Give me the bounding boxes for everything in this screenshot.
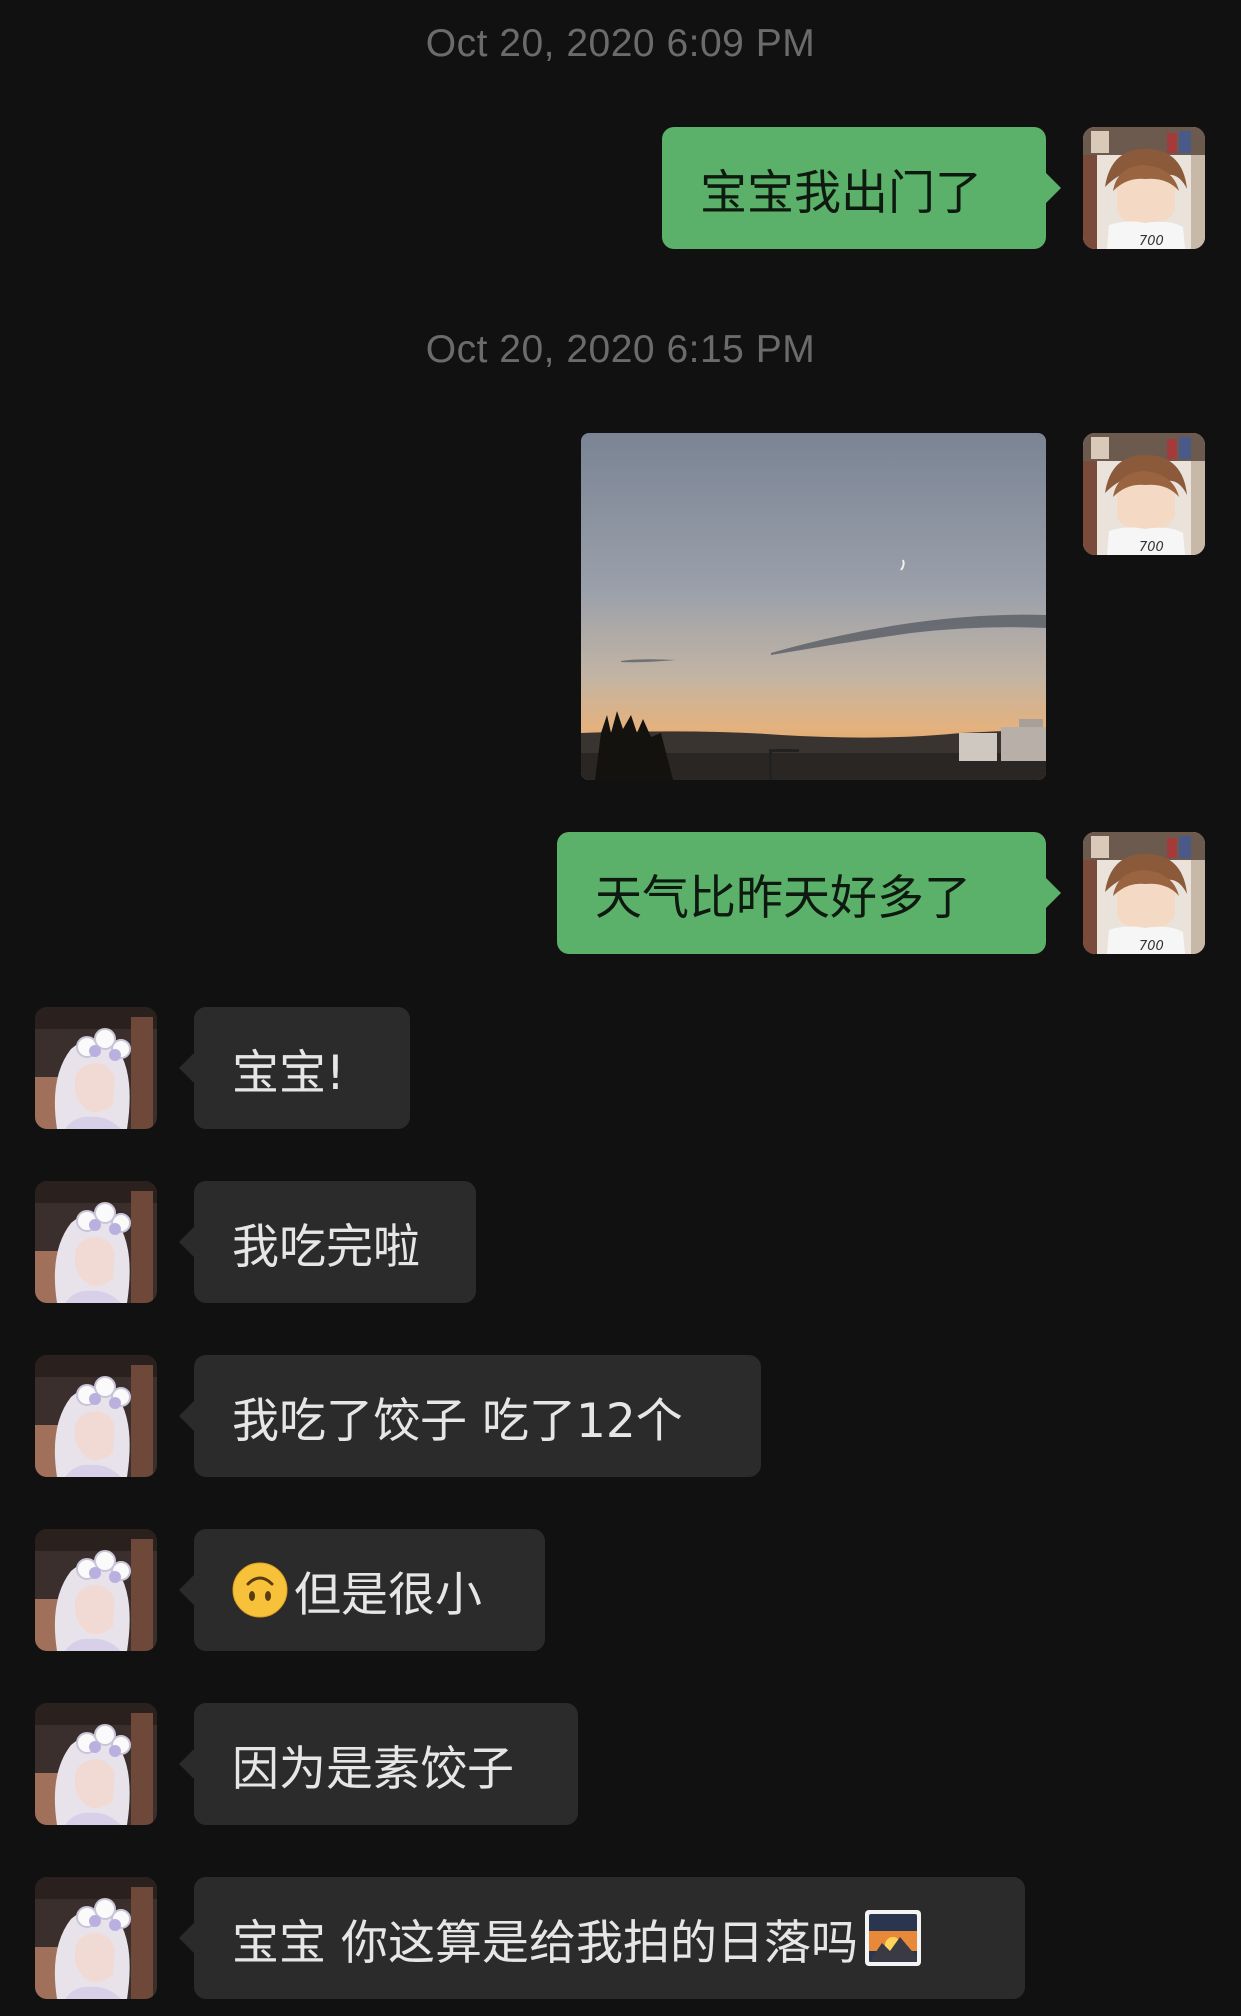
message-text: 宝宝我出门了 — [700, 165, 982, 221]
message-text: 因为是素饺子 — [232, 1741, 514, 1797]
received-avatar[interactable] — [35, 1181, 157, 1303]
anime-girl-avatar-icon — [35, 1529, 157, 1651]
sunset-photo-message[interactable] — [581, 433, 1046, 780]
anime-boy-avatar-icon — [1083, 433, 1205, 555]
sent-message-bubble[interactable]: 天气比昨天好多了 — [557, 832, 1061, 954]
message-text: 宝宝 你这算是给我拍的日落吗 — [232, 1915, 858, 1971]
received-avatar[interactable] — [35, 1355, 157, 1477]
upside-down-face-icon — [232, 1562, 288, 1618]
received-message-bubble[interactable]: 但是很小 — [179, 1529, 545, 1651]
sent-message-bubble[interactable]: 宝宝我出门了 — [662, 127, 1061, 249]
sunset-photo — [581, 433, 1046, 780]
message-text: 但是很小 — [294, 1567, 482, 1623]
received-avatar[interactable] — [35, 1877, 157, 1999]
sent-avatar[interactable] — [1083, 127, 1205, 249]
anime-girl-avatar-icon — [35, 1703, 157, 1825]
message-text: 我吃了饺子 吃了12个 — [232, 1393, 683, 1449]
anime-boy-avatar-icon — [1083, 127, 1205, 249]
anime-girl-avatar-icon — [35, 1181, 157, 1303]
anime-boy-avatar-icon — [1083, 832, 1205, 954]
message-text: 宝宝! — [232, 1045, 345, 1101]
received-avatar[interactable] — [35, 1007, 157, 1129]
received-avatar[interactable] — [35, 1703, 157, 1825]
message-text: 我吃完啦 — [232, 1219, 420, 1275]
received-avatar[interactable] — [35, 1529, 157, 1651]
sent-avatar[interactable] — [1083, 433, 1205, 555]
received-message-bubble[interactable]: 我吃了饺子 吃了12个 — [179, 1355, 761, 1477]
received-message-bubble[interactable]: 我吃完啦 — [179, 1181, 476, 1303]
anime-girl-avatar-icon — [35, 1007, 157, 1129]
message-text: 天气比昨天好多了 — [595, 870, 971, 926]
received-message-bubble[interactable]: 因为是素饺子 — [179, 1703, 578, 1825]
received-message-bubble[interactable]: 宝宝! — [179, 1007, 410, 1129]
sent-avatar[interactable] — [1083, 832, 1205, 954]
timestamp-2: Oct 20, 2020 6:15 PM — [425, 328, 816, 371]
anime-girl-avatar-icon — [35, 1877, 157, 1999]
timestamp-1: Oct 20, 2020 6:09 PM — [425, 22, 816, 65]
received-message-bubble[interactable]: 宝宝 你这算是给我拍的日落吗 — [179, 1877, 1025, 1999]
anime-girl-avatar-icon — [35, 1355, 157, 1477]
sunrise-over-mountains-icon — [864, 1910, 921, 1966]
